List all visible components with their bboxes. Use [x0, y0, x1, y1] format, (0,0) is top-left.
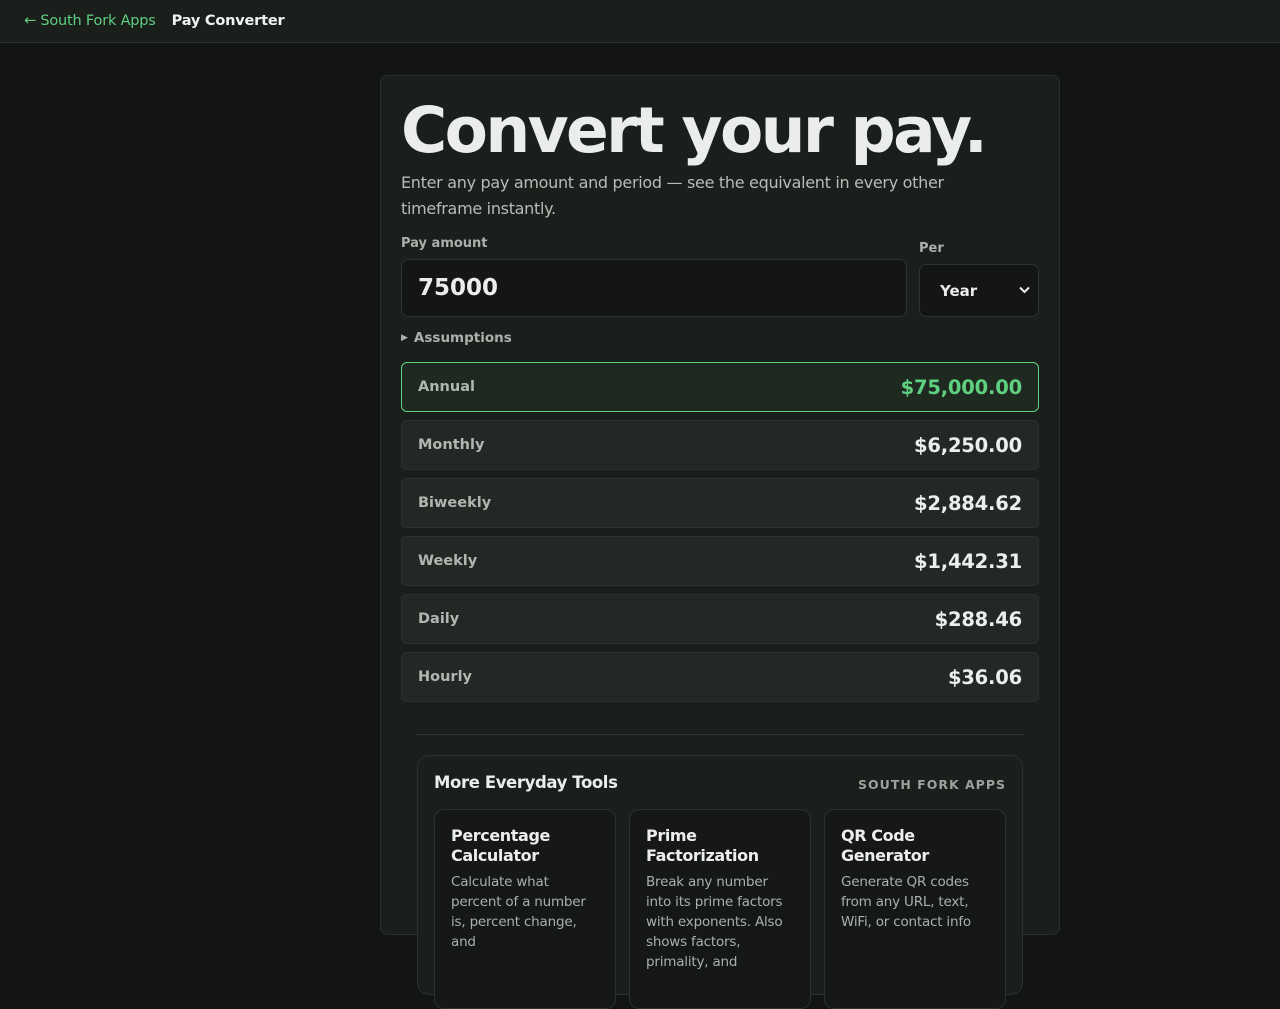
result-row-daily: Daily $288.46 — [401, 594, 1039, 644]
result-value: $1,442.31 — [914, 549, 1022, 573]
result-row-biweekly: Biweekly $2,884.62 — [401, 478, 1039, 528]
result-label: Hourly — [418, 669, 472, 685]
disclosure-triangle-icon: ▶ — [401, 333, 408, 343]
section-divider — [417, 734, 1023, 735]
top-nav-bar: ← South Fork Apps Pay Converter — [0, 0, 1280, 43]
converter-card: Convert your pay. Enter any pay amount a… — [380, 75, 1060, 1009]
back-to-south-fork-apps-link[interactable]: ← South Fork Apps — [24, 13, 156, 29]
tool-card-title: Prime Factorization — [646, 826, 759, 865]
result-label: Annual — [418, 379, 475, 395]
page-subtitle: Enter any pay amount and period — see th… — [401, 173, 944, 218]
result-row-monthly: Monthly $6,250.00 — [401, 420, 1039, 470]
chevron-down-icon — [1019, 284, 1030, 297]
result-row-hourly: Hourly $36.06 — [401, 652, 1039, 702]
assumptions-label: Assumptions — [413, 330, 512, 346]
result-label: Weekly — [418, 553, 478, 569]
more-tools-panel: More Everyday Tools SOUTH FORK APPS Perc… — [417, 755, 1023, 1009]
result-label: Monthly — [418, 437, 485, 453]
tool-card-qr-code-generator[interactable]: QR Code Generator Generate QR codes from… — [824, 809, 1006, 1009]
result-label: Daily — [418, 611, 460, 627]
results-list: Annual $75,000.00 Monthly $6,250.00 Biwe… — [401, 362, 1039, 710]
result-value: $2,884.62 — [914, 491, 1022, 515]
result-value: $75,000.00 — [900, 375, 1023, 399]
per-label: Per — [919, 241, 944, 256]
tool-card-description: Break any number into its prime factors … — [646, 874, 783, 970]
period-select[interactable]: Year — [919, 264, 1039, 317]
page-heading: Convert your pay. — [401, 94, 988, 167]
pay-amount-input[interactable] — [401, 259, 907, 317]
nav-page-title: Pay Converter — [171, 13, 285, 29]
result-row-weekly: Weekly $1,442.31 — [401, 536, 1039, 586]
tool-card-title: QR Code Generator — [841, 826, 929, 865]
tool-card-description: Generate QR codes from any URL, text, Wi… — [841, 874, 971, 930]
tool-card-description: Calculate what percent of a number is, p… — [451, 874, 586, 950]
tool-card-prime-factorization[interactable]: Prime Factorization Break any number int… — [629, 809, 811, 1009]
result-value: $288.46 — [934, 607, 1023, 631]
result-row-annual: Annual $75,000.00 — [401, 362, 1039, 412]
assumptions-toggle[interactable]: ▶ Assumptions — [401, 330, 512, 346]
tool-card-percentage-calculator[interactable]: Percentage Calculator Calculate what per… — [434, 809, 616, 1009]
result-label: Biweekly — [418, 495, 492, 511]
more-tools-brand: SOUTH FORK APPS — [858, 777, 1006, 792]
pay-amount-label: Pay amount — [401, 236, 488, 251]
result-value: $6,250.00 — [914, 433, 1022, 457]
period-select-value: Year — [940, 281, 978, 300]
tool-card-title: Percentage Calculator — [451, 826, 550, 865]
more-tools-title: More Everyday Tools — [434, 773, 618, 792]
result-value: $36.06 — [947, 665, 1022, 689]
